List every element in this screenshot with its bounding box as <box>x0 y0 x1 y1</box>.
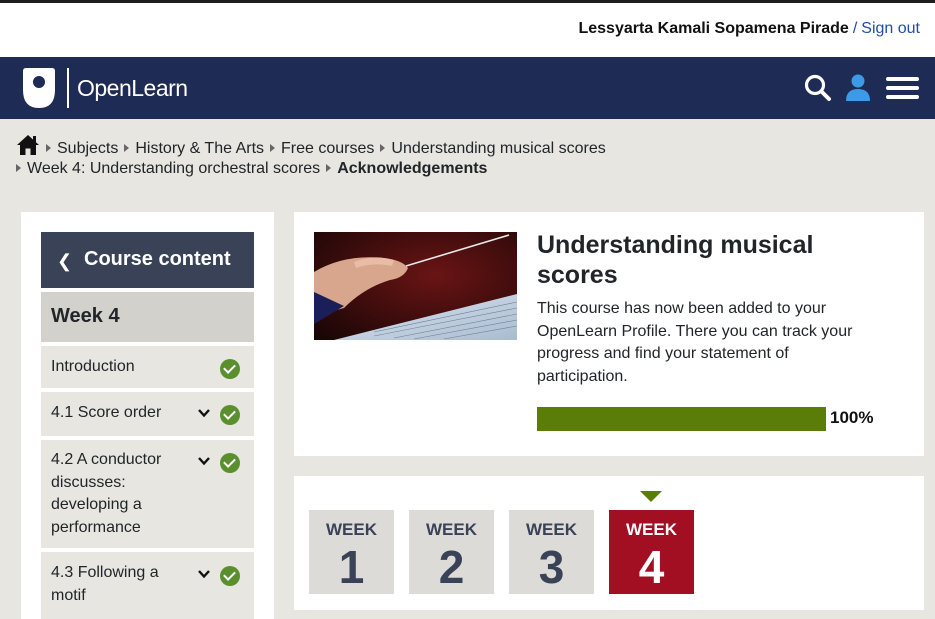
sidebar-item-label: 4.2 A conductor discusses: developing a … <box>51 451 162 536</box>
check-complete-icon <box>220 405 240 425</box>
week-word: WEEK <box>326 520 377 539</box>
breadcrumb-history-arts[interactable]: History & The Arts <box>135 140 264 157</box>
user-name: Lessyarta Kamali Sopamena Pirade <box>578 20 849 37</box>
breadcrumb-week4[interactable]: Week 4: Understanding orchestral scores <box>27 160 320 177</box>
openlearn-logo-text[interactable]: OpenLearn <box>77 75 188 102</box>
week-3-tile[interactable]: WEEK 3 <box>509 510 594 594</box>
course-content-button[interactable]: ❮ Course content <box>41 232 254 288</box>
week-heading-label: Week 4 <box>51 305 120 327</box>
check-complete-icon <box>220 566 240 586</box>
breadcrumb-free-courses[interactable]: Free courses <box>281 140 374 157</box>
home-icon[interactable] <box>16 134 40 156</box>
search-icon[interactable] <box>804 73 832 103</box>
logo-divider <box>67 68 69 108</box>
progress-bar-fill <box>537 407 826 431</box>
week-word: WEEK <box>626 520 677 539</box>
chevron-down-icon[interactable] <box>198 407 210 419</box>
open-university-logo-icon[interactable] <box>21 68 57 108</box>
current-week-marker-icon <box>640 491 662 502</box>
breadcrumb-separator-icon <box>270 144 276 153</box>
progress-percentage: 100% <box>830 408 874 427</box>
breadcrumb-separator-icon <box>326 164 332 173</box>
site-header: OpenLearn <box>0 57 935 119</box>
breadcrumb-course[interactable]: Understanding musical scores <box>391 140 605 157</box>
check-complete-icon <box>220 453 240 473</box>
week-word: WEEK <box>526 520 577 539</box>
chevron-down-icon[interactable] <box>198 455 210 467</box>
week-word: WEEK <box>426 520 477 539</box>
user-separator: / <box>852 20 858 37</box>
breadcrumb-separator-icon <box>124 144 130 153</box>
sidebar-item-label: 4.1 Score order <box>51 404 162 421</box>
course-info-card: Understanding musical scores This course… <box>294 212 924 456</box>
check-complete-icon <box>220 359 240 379</box>
week-number: 2 <box>438 541 465 593</box>
chevron-down-icon[interactable] <box>198 568 210 580</box>
course-added-message: This course has now been added to your O… <box>537 300 853 385</box>
chevron-left-icon: ❮ <box>57 251 73 271</box>
week-4-tile[interactable]: WEEK 4 <box>609 510 694 594</box>
progress-bar <box>537 407 826 431</box>
breadcrumb-separator-icon <box>16 164 21 173</box>
sidebar-item-4-1[interactable]: 4.1 Score order <box>41 392 254 436</box>
sidebar-item-introduction[interactable]: Introduction <box>41 346 254 388</box>
course-title: Understanding musical scores <box>537 231 814 289</box>
breadcrumb-separator-icon <box>46 144 51 153</box>
sign-out-link[interactable]: Sign out <box>861 20 920 37</box>
breadcrumb-current: Acknowledgements <box>337 160 488 177</box>
user-profile-icon[interactable] <box>845 73 871 103</box>
breadcrumb-separator-icon <box>380 144 386 153</box>
week-number: 3 <box>538 541 565 593</box>
menu-icon[interactable] <box>886 73 919 103</box>
user-bar: Lessyarta Kamali Sopamena Pirade / Sign ou… <box>0 3 935 57</box>
conductor-hand-image <box>314 232 517 340</box>
week-2-tile[interactable]: WEEK 2 <box>409 510 494 594</box>
breadcrumb-subjects[interactable]: Subjects <box>57 140 118 157</box>
breadcrumb: Subjects History & The Arts Free courses Un… <box>16 134 916 180</box>
week-navigation: WEEK 1 WEEK 2 WEEK 3 WEEK 4 <box>294 476 924 610</box>
course-sidebar: ❮ Course content Week 4 Introduction 4.1… <box>21 212 274 619</box>
week-number: 4 <box>638 541 665 593</box>
sidebar-item-label: Introduction <box>51 358 135 375</box>
sidebar-item-4-2[interactable]: 4.2 A conductor discusses: developing a … <box>41 440 254 548</box>
week-1-tile[interactable]: WEEK 1 <box>309 510 394 594</box>
sidebar-item-4-3[interactable]: 4.3 Following a motif <box>41 552 254 619</box>
week-number: 1 <box>338 541 365 593</box>
week-heading: Week 4 <box>41 292 254 342</box>
sidebar-item-label: 4.3 Following a motif <box>51 564 159 604</box>
course-content-label: Course content <box>84 248 231 270</box>
